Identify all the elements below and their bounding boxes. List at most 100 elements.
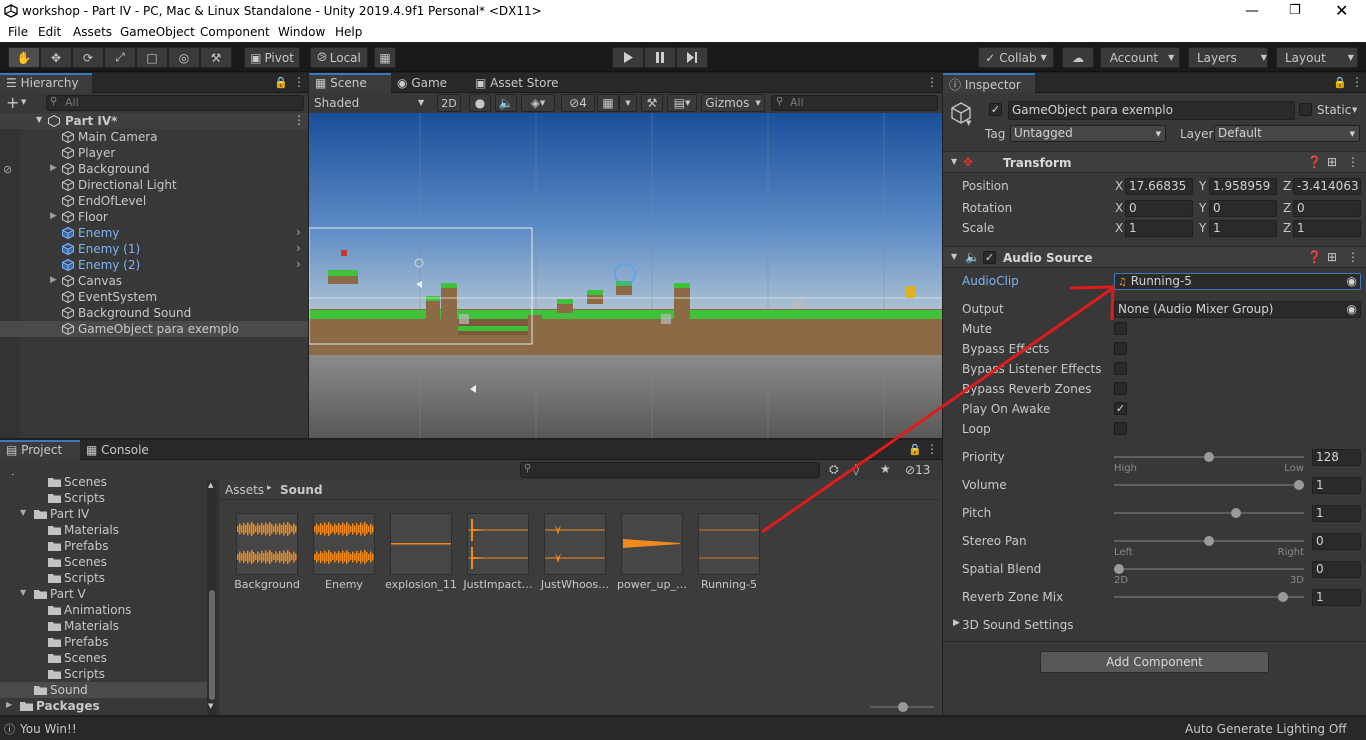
custom-tool-button[interactable]: ⚒ — [200, 47, 232, 68]
slider-knob[interactable] — [1294, 480, 1304, 490]
scene-tools-button[interactable]: ⚒ — [641, 94, 663, 112]
hierarchy-item[interactable]: ▶ Floor — [0, 209, 308, 225]
help-icon[interactable]: ❓ — [1307, 250, 1322, 264]
preset-icon[interactable]: ⊞ — [1327, 155, 1337, 169]
volume-slider[interactable] — [1114, 484, 1304, 486]
scene-search-input[interactable]: All — [771, 95, 938, 111]
foldout-closed-icon[interactable]: ▶ — [50, 163, 57, 173]
toggle-2d-button[interactable]: 2D — [437, 94, 461, 112]
foldout-open-icon[interactable]: ▼ — [951, 157, 957, 166]
tab-asset-store[interactable]: ▣ Asset Store — [469, 73, 569, 93]
foldout-closed-icon[interactable]: ▶ — [953, 618, 960, 628]
loop-checkbox[interactable] — [1114, 422, 1127, 435]
scale-z-field[interactable]: 1 — [1293, 220, 1361, 237]
bypass-reverb-checkbox[interactable] — [1114, 382, 1127, 395]
bypass-effects-checkbox[interactable] — [1114, 342, 1127, 355]
scale-y-field[interactable]: 1 — [1209, 220, 1277, 237]
object-picker-icon[interactable]: ◉ — [1347, 302, 1357, 317]
hierarchy-item[interactable]: EventSystem — [0, 289, 308, 305]
hierarchy-search-input[interactable]: All — [46, 95, 304, 111]
add-component-button[interactable]: Add Component — [1040, 651, 1269, 673]
folder-tree-item[interactable]: Animations — [0, 602, 207, 618]
hierarchy-item[interactable]: Background Sound — [0, 305, 308, 321]
project-search-input[interactable] — [520, 462, 820, 478]
foldout-open-icon[interactable]: ▼ — [20, 508, 26, 517]
scale-tool-button[interactable]: ⤢ — [104, 47, 136, 68]
slider-knob[interactable] — [1204, 536, 1214, 546]
audio-asset-thumbnail[interactable] — [236, 513, 298, 575]
menu-edit[interactable]: Edit — [38, 25, 61, 39]
audio-asset-thumbnail[interactable] — [390, 513, 452, 575]
filter-label-icon[interactable]: ◊ — [853, 462, 859, 476]
slider-knob[interactable] — [1204, 452, 1214, 462]
maximize-icon[interactable]: ❐ — [1289, 3, 1301, 18]
lighting-status[interactable]: Auto Generate Lighting Off — [1185, 722, 1347, 736]
menu-assets[interactable]: Assets — [73, 25, 112, 39]
mute-checkbox[interactable] — [1114, 322, 1127, 335]
scene-row[interactable]: ▼ Part IV* ⋮ — [0, 113, 308, 129]
active-checkbox[interactable]: ✓ — [989, 103, 1002, 116]
reverb-zone-mix-field[interactable]: 1 — [1312, 589, 1361, 606]
tab-hierarchy[interactable]: ☰ Hierarchy — [0, 73, 92, 93]
hierarchy-item[interactable]: Enemy (1) › — [0, 241, 308, 257]
folder-tree-item[interactable]: Materials — [0, 522, 207, 538]
folder-tree-item[interactable]: Prefabs — [0, 634, 207, 650]
status-message[interactable]: You Win!! — [20, 722, 77, 736]
folder-tree-item[interactable]: Scripts — [0, 490, 207, 506]
breadcrumb-assets[interactable]: Assets — [225, 483, 264, 497]
lighting-toggle[interactable]: ● — [469, 94, 491, 112]
foldout-open-icon[interactable]: ▼ — [951, 252, 957, 261]
foldout-open-icon[interactable]: ▼ — [20, 588, 26, 597]
folder-tree-item[interactable]: Prefabs — [0, 538, 207, 554]
reverb-zone-mix-slider[interactable] — [1114, 596, 1304, 598]
hierarchy-item[interactable]: Player — [0, 145, 308, 161]
scene-menu-icon[interactable]: ⋮ — [293, 113, 305, 127]
foldout-closed-icon[interactable]: ▶ — [6, 700, 12, 709]
layer-dropdown[interactable]: Default ▼ — [1214, 125, 1360, 142]
pivot-button[interactable]: ▣ Pivot — [244, 47, 300, 68]
folder-tree-item[interactable]: ▼ Part V — [0, 586, 207, 602]
minimize-icon[interactable]: — — [1245, 3, 1259, 19]
kebab-menu-icon[interactable]: ⋮ — [293, 75, 305, 89]
rect-tool-button[interactable]: □ — [136, 47, 168, 68]
audio-source-header[interactable]: ▼ 🔈 ✓ Audio Source ❓ ⊞ ⋮ — [943, 246, 1366, 268]
scene-canvas[interactable] — [309, 113, 942, 438]
object-name-field[interactable]: GameObject para exemplo — [1008, 101, 1295, 120]
menu-gameobject[interactable]: GameObject — [120, 25, 195, 39]
bypass-listener-checkbox[interactable] — [1114, 362, 1127, 375]
breadcrumb-sound[interactable]: Sound — [280, 483, 323, 497]
local-button[interactable]: ⧁ Local — [310, 47, 368, 68]
hierarchy-item[interactable]: Enemy › — [0, 225, 308, 241]
position-z-field[interactable]: -3.414063 — [1293, 178, 1361, 195]
foldout-closed-icon[interactable]: ▶ — [50, 275, 57, 285]
transform-header[interactable]: ▼ ✥ Transform ❓ ⊞ ⋮ — [943, 151, 1366, 173]
scroll-up-icon[interactable]: ▲ — [208, 481, 213, 489]
hidden-objects-toggle[interactable]: ⊘ 4 — [561, 94, 595, 112]
hand-tool-button[interactable]: ✋ — [8, 47, 40, 68]
menu-window[interactable]: Window — [278, 25, 325, 39]
audio-asset-thumbnail[interactable] — [621, 513, 683, 575]
hidden-packages-toggle[interactable]: ⊘13 — [905, 463, 930, 477]
hierarchy-item[interactable]: Directional Light — [0, 177, 308, 193]
output-field[interactable]: None (Audio Mixer Group) ◉ — [1114, 301, 1361, 318]
rotation-y-field[interactable]: 0 — [1209, 200, 1277, 217]
prefab-open-chevron-icon[interactable]: › — [296, 225, 301, 239]
tab-game[interactable]: ◉ Game — [391, 73, 469, 93]
audio-asset-thumbnail[interactable] — [698, 513, 760, 575]
filter-type-icon[interactable]: ⛭ — [829, 462, 839, 477]
grid-snap-button[interactable]: ▦ — [374, 47, 396, 68]
pause-button[interactable] — [644, 47, 676, 68]
rotation-x-field[interactable]: 0 — [1125, 200, 1193, 217]
folder-tree-item[interactable]: Sound — [0, 682, 207, 698]
lock-icon[interactable]: 🔒 — [908, 443, 922, 456]
hierarchy-item[interactable]: ▶ Canvas — [0, 273, 308, 289]
kebab-menu-icon[interactable]: ⋮ — [926, 442, 938, 456]
prefab-open-chevron-icon[interactable]: › — [296, 241, 301, 255]
audio-source-enabled-checkbox[interactable]: ✓ — [983, 251, 996, 264]
chevron-down-icon[interactable]: ▼ — [966, 119, 971, 127]
audio-asset-thumbnail[interactable] — [544, 513, 606, 575]
kebab-menu-icon[interactable]: ⋮ — [926, 75, 938, 89]
play-on-awake-checkbox[interactable]: ✓ — [1114, 402, 1127, 415]
audio-asset-thumbnail[interactable] — [467, 513, 529, 575]
chevron-down-icon[interactable]: ▼ — [21, 98, 26, 106]
